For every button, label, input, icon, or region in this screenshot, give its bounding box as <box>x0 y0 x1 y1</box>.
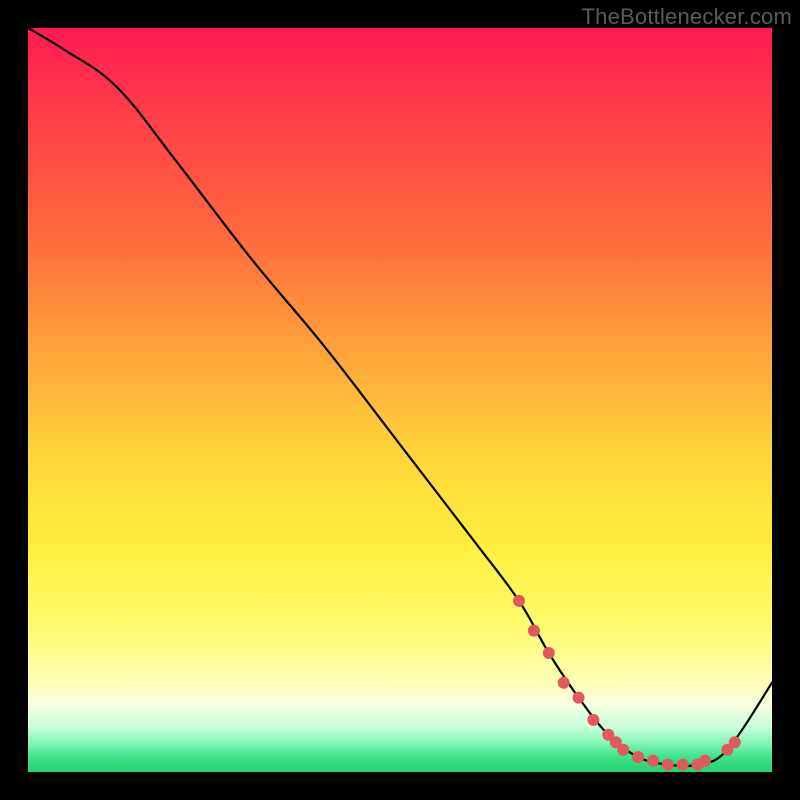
data-point-marker <box>729 736 741 748</box>
data-point-marker <box>528 625 540 637</box>
data-point-marker <box>587 714 599 726</box>
watermark-label: TheBottlenecker.com <box>582 4 792 30</box>
curve-markers <box>513 595 741 771</box>
bottleneck-curve <box>28 28 772 766</box>
data-point-marker <box>543 647 555 659</box>
data-point-marker <box>662 759 674 771</box>
data-point-marker <box>699 755 711 767</box>
plot-area <box>28 28 772 772</box>
data-point-marker <box>677 759 689 771</box>
chart-frame: TheBottlenecker.com <box>0 0 800 800</box>
chart-svg <box>28 28 772 772</box>
data-point-marker <box>617 744 629 756</box>
data-point-marker <box>647 755 659 767</box>
data-point-marker <box>573 692 585 704</box>
data-point-marker <box>632 751 644 763</box>
data-point-marker <box>558 677 570 689</box>
data-point-marker <box>513 595 525 607</box>
